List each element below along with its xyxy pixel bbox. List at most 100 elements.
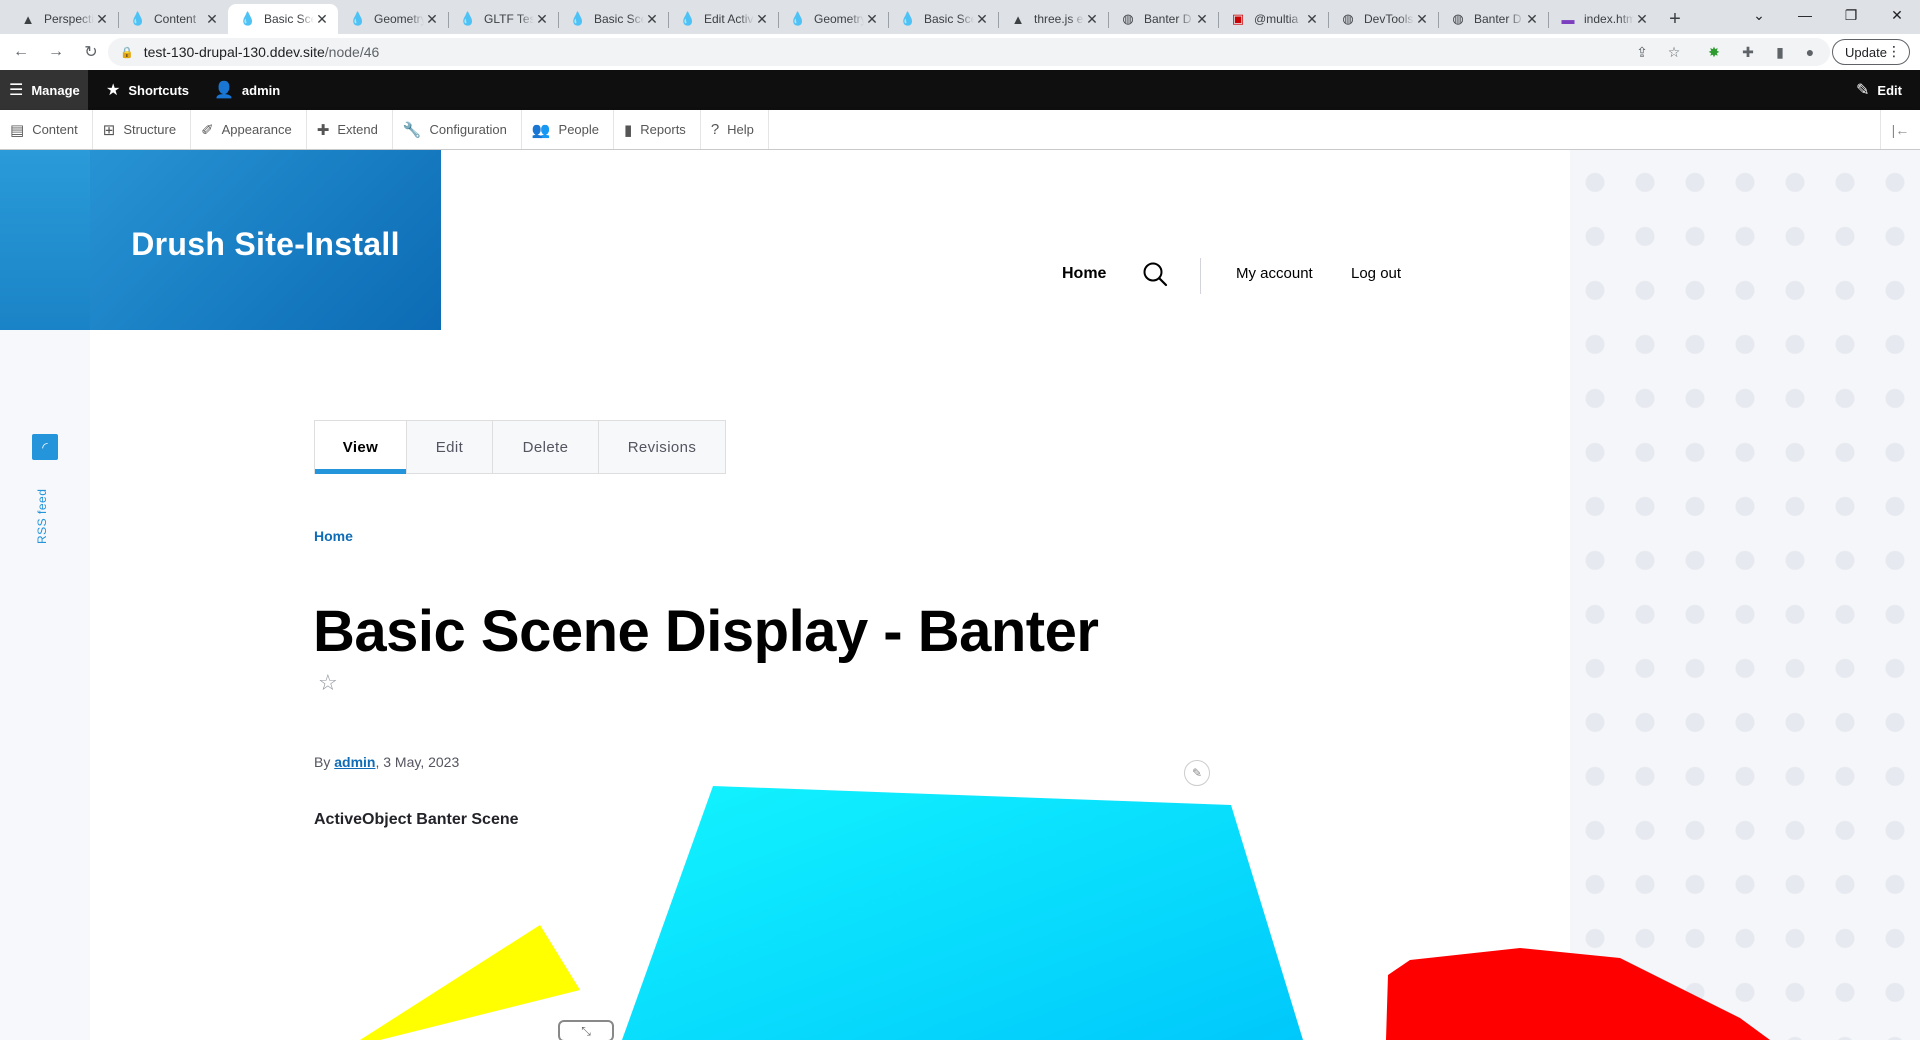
collapse-tray-icon[interactable]: |← <box>1880 110 1920 149</box>
bookmark-star-icon[interactable]: ☆ <box>1664 42 1684 62</box>
content-icon: ▤ <box>10 121 25 139</box>
globe-icon: ◍ <box>1342 11 1354 26</box>
new-tab-button[interactable]: + <box>1658 4 1692 34</box>
tray-appearance[interactable]: ✐ Appearance <box>191 110 307 149</box>
browser-tab[interactable]: 💧Edit Active✕ <box>668 4 778 34</box>
tray-structure[interactable]: ⊞ Structure <box>93 110 192 149</box>
close-tab-icon[interactable]: ✕ <box>424 11 440 27</box>
puzzle-icon: ✚ <box>316 121 330 139</box>
url-path: /node/46 <box>324 44 380 60</box>
drupal-icon: 💧 <box>239 11 257 26</box>
drupal-icon: 💧 <box>899 11 917 26</box>
drupal-icon: 💧 <box>459 11 477 26</box>
drupal-icon: 💧 <box>679 11 697 26</box>
close-tab-icon[interactable]: ✕ <box>94 11 110 27</box>
pencil-icon: ✎ <box>1856 82 1870 99</box>
tray-reports[interactable]: ▮ Reports <box>614 110 701 149</box>
browser-tab[interactable]: ▲Perspective✕ <box>8 4 118 34</box>
threejs-icon: ▲ <box>21 11 35 27</box>
tray-help[interactable]: ? Help <box>701 110 769 149</box>
scene-cyan-box <box>622 786 1303 1040</box>
close-tab-icon[interactable]: ✕ <box>1524 11 1540 27</box>
user-icon: 👤 <box>214 82 234 99</box>
close-tab-icon[interactable]: ✕ <box>1414 11 1430 27</box>
restore-button[interactable]: ❐ <box>1828 0 1874 30</box>
forward-icon[interactable]: → <box>42 38 70 66</box>
browser-tab[interactable]: 💧Basic Scene✕ <box>558 4 668 34</box>
tab-search-icon[interactable]: ⌄ <box>1736 0 1782 30</box>
browser-tab[interactable]: ▣ @multia ✕ <box>1218 4 1328 34</box>
contextual-edit-button[interactable]: ✎ <box>1184 760 1210 786</box>
browser-tab[interactable]: 💧 Geometry ✕ <box>778 4 888 34</box>
close-tab-icon[interactable]: ✕ <box>1194 11 1210 27</box>
tray-extend[interactable]: ✚ Extend <box>307 110 393 149</box>
contextual-edit-toggle[interactable]: ✎ Edit <box>1856 70 1902 110</box>
tray-content[interactable]: ▤ Content <box>0 110 93 149</box>
menu-dots-icon[interactable]: ⋮ <box>1887 43 1901 60</box>
close-tab-icon[interactable]: ✕ <box>864 11 880 27</box>
extensions-puzzle-icon[interactable]: ✚ <box>1738 42 1758 62</box>
bar-chart-icon: ▮ <box>624 121 633 139</box>
star-icon: ★ <box>106 82 121 99</box>
address-bar[interactable]: 🔒 test-130-drupal-130.ddev.site/node/46 <box>108 38 1830 66</box>
tray-people[interactable]: 👥 People <box>522 110 615 149</box>
threejs-icon: ▲ <box>1011 11 1025 27</box>
browser-tab[interactable]: 💧 Content ✕ <box>118 4 228 34</box>
lock-icon[interactable]: 🔒 <box>120 46 134 59</box>
browser-tab[interactable]: 💧 Geometry ✕ <box>338 4 448 34</box>
help-icon: ? <box>710 121 720 138</box>
globe-icon: ◍ <box>1452 11 1464 26</box>
close-tab-icon[interactable]: ✕ <box>204 11 220 27</box>
shortcuts-tab[interactable]: ★ Shortcuts <box>106 70 189 110</box>
close-tab-icon[interactable]: ✕ <box>1304 11 1320 27</box>
scene-red-shape <box>1386 948 1770 1040</box>
update-button[interactable]: Update ⋮ <box>1832 39 1910 65</box>
close-tab-icon[interactable]: ✕ <box>314 11 330 27</box>
browser-tab[interactable]: 💧 GLTF Test ✕ <box>448 4 558 34</box>
drupal-icon: 💧 <box>349 11 367 26</box>
drupal-icon: 💧 <box>789 11 807 26</box>
close-window-button[interactable]: ✕ <box>1874 0 1920 30</box>
user-tab[interactable]: 👤 admin <box>214 70 280 110</box>
scene-yellow-shape <box>360 925 580 1040</box>
fullscreen-button[interactable]: ⤡ <box>558 1020 614 1040</box>
flag-icon: ▬ <box>1561 11 1575 27</box>
people-icon: 👥 <box>531 121 551 139</box>
close-tab-icon[interactable]: ✕ <box>644 11 660 27</box>
url-host: test-130-drupal-130.ddev.site <box>143 44 325 60</box>
browser-tab-active[interactable]: 💧Basic Scene✕ <box>228 4 338 34</box>
extension-gear-icon[interactable]: ✸ <box>1704 42 1724 62</box>
page: Drush Site-Install Home My account Log o… <box>0 150 1920 1040</box>
pencil-icon: ✎ <box>1191 766 1203 780</box>
drupal-icon: 💧 <box>569 11 587 26</box>
profile-avatar-icon[interactable]: ● <box>1800 42 1820 62</box>
side-panel-icon[interactable]: ▮ <box>1770 42 1790 62</box>
back-icon[interactable]: ← <box>7 38 35 66</box>
browser-tab[interactable]: ◍ DevTools ✕ <box>1328 4 1438 34</box>
minimize-button[interactable]: — <box>1782 0 1828 30</box>
admin-toolbar: ☰ Manage ★ Shortcuts 👤 admin ✎ Edit <box>0 70 1920 110</box>
hamburger-icon: ☰ <box>9 82 24 99</box>
globe-icon: ◍ <box>1122 11 1134 26</box>
browser-tab[interactable]: 💧Basic Scene✕ <box>888 4 998 34</box>
share-icon[interactable]: ⇪ <box>1632 42 1652 62</box>
close-tab-icon[interactable]: ✕ <box>754 11 770 27</box>
bookmark-icon: ▣ <box>1231 11 1245 26</box>
expand-icon: ⤡ <box>581 1023 591 1038</box>
reload-icon[interactable]: ↻ <box>77 38 105 66</box>
paintbrush-icon: ✐ <box>201 121 214 139</box>
close-tab-icon[interactable]: ✕ <box>1634 11 1650 27</box>
wrench-icon: 🔧 <box>402 121 422 139</box>
manage-tab[interactable]: ☰ Manage <box>0 70 88 110</box>
close-tab-icon[interactable]: ✕ <box>1084 11 1100 27</box>
browser-tab[interactable]: ◍ Banter D ✕ <box>1438 4 1548 34</box>
browser-tab[interactable]: ▲ three.js e ✕ <box>998 4 1108 34</box>
close-tab-icon[interactable]: ✕ <box>534 11 550 27</box>
admin-tray: ▤ Content ⊞ Structure ✐ Appearance ✚ Extend … <box>0 110 1920 150</box>
browser-tab[interactable]: ◍ Banter D ✕ <box>1108 4 1218 34</box>
tray-configuration[interactable]: 🔧 Configuration <box>393 110 522 149</box>
drupal-icon: 💧 <box>129 11 147 26</box>
3d-scene-canvas[interactable] <box>0 150 1920 1040</box>
browser-tab[interactable]: ▬ index.htm ✕ <box>1548 4 1658 34</box>
close-tab-icon[interactable]: ✕ <box>974 11 990 27</box>
